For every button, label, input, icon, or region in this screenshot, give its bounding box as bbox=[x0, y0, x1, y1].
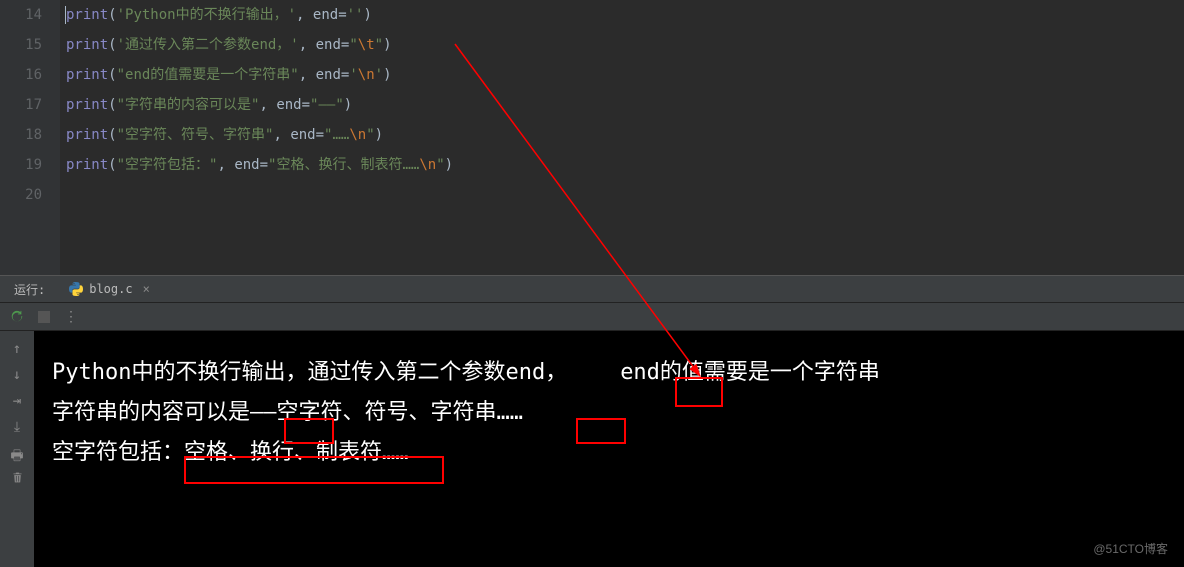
editor-area: 14 15 16 17 18 19 20 print('Python中的不换行输… bbox=[0, 0, 1184, 275]
line-number: 16 bbox=[0, 60, 42, 90]
more-icon[interactable]: ⋮ bbox=[64, 309, 78, 325]
code-line-20 bbox=[66, 180, 1184, 210]
run-panel-header: 运行: blog.c × bbox=[0, 275, 1184, 303]
console-toolbar: ⋮ bbox=[0, 303, 1184, 331]
code-editor[interactable]: print('Python中的不换行输出，', end='') print('通… bbox=[60, 0, 1184, 275]
code-line-16: print("end的值需要是一个字符串", end='\n') bbox=[66, 60, 1184, 90]
down-arrow-icon[interactable]: ↓ bbox=[9, 367, 25, 383]
line-number: 19 bbox=[0, 150, 42, 180]
line-number-gutter: 14 15 16 17 18 19 20 bbox=[0, 0, 60, 275]
code-line-14: print('Python中的不换行输出，', end='') bbox=[66, 0, 1184, 30]
python-file-icon bbox=[69, 282, 83, 296]
line-number: 17 bbox=[0, 90, 42, 120]
soft-wrap-icon[interactable]: ⇥ bbox=[9, 393, 25, 409]
tab-filename: blog.c bbox=[89, 282, 132, 296]
code-line-18: print("空字符、符号、字符串", end="……\n") bbox=[66, 120, 1184, 150]
text-cursor bbox=[65, 6, 66, 24]
code-line-19: print("空字符包括：", end="空格、换行、制表符……\n") bbox=[66, 150, 1184, 180]
console-side-toolbar: ↑ ↓ ⇥ ⤓ 🖶 bbox=[0, 331, 34, 567]
watermark: @51CTO博客 bbox=[1093, 540, 1168, 557]
line-number: 20 bbox=[0, 180, 42, 210]
console-wrap: ↑ ↓ ⇥ ⤓ 🖶 Python中的不换行输出，通过传入第二个参数end， en… bbox=[0, 331, 1184, 567]
code-line-15: print('通过传入第二个参数end，', end="\t") bbox=[66, 30, 1184, 60]
line-number: 18 bbox=[0, 120, 42, 150]
console-output[interactable]: Python中的不换行输出，通过传入第二个参数end， end的值需要是一个字符… bbox=[34, 331, 1184, 567]
output-line-2: 字符串的内容可以是——空字符、符号、字符串…… bbox=[52, 393, 1166, 433]
line-number: 14 bbox=[0, 0, 42, 30]
stop-icon[interactable] bbox=[38, 311, 50, 323]
line-number: 15 bbox=[0, 30, 42, 60]
run-tab[interactable]: blog.c × bbox=[59, 282, 160, 296]
print-icon[interactable]: 🖶 bbox=[9, 445, 25, 461]
trash-icon[interactable] bbox=[9, 471, 25, 487]
scroll-to-end-icon[interactable]: ⤓ bbox=[9, 419, 25, 435]
rerun-icon[interactable] bbox=[10, 310, 24, 324]
output-line-3: 空字符包括：空格、换行、制表符…… bbox=[52, 433, 1166, 473]
up-arrow-icon[interactable]: ↑ bbox=[9, 341, 25, 357]
output-line-1: Python中的不换行输出，通过传入第二个参数end， end的值需要是一个字符… bbox=[52, 353, 1166, 393]
code-line-17: print("字符串的内容可以是", end="——") bbox=[66, 90, 1184, 120]
run-label: 运行: bbox=[0, 281, 59, 298]
close-tab-icon[interactable]: × bbox=[143, 282, 150, 296]
